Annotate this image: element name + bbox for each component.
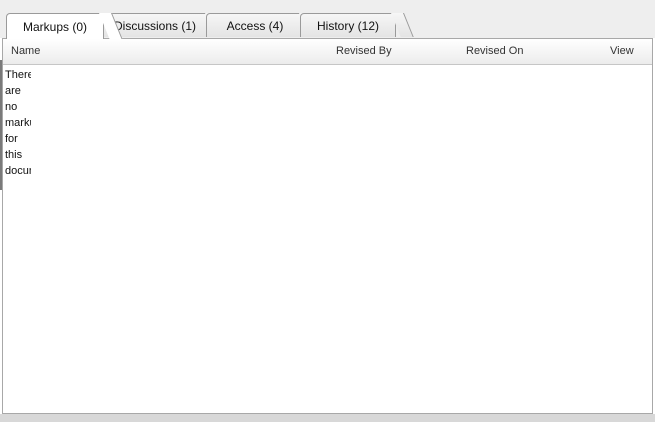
empty-message-word: There bbox=[5, 69, 31, 81]
markups-table: Name Revised By Revised On View There ar… bbox=[2, 38, 653, 414]
empty-message-word: for bbox=[5, 133, 18, 145]
empty-message-word: this bbox=[5, 149, 23, 161]
tab-markups[interactable]: Markups (0) bbox=[6, 13, 104, 39]
tab-history[interactable]: History (12) bbox=[300, 13, 396, 37]
column-header-revised-on[interactable]: Revised On bbox=[466, 45, 523, 57]
column-header-name[interactable]: Name bbox=[11, 45, 40, 57]
empty-message-word: document bbox=[5, 165, 31, 177]
tab-strip: Markups (0) Discussions (1) Access (4) H… bbox=[0, 0, 655, 39]
empty-table-message: There are no markups for this document bbox=[5, 67, 31, 179]
column-header-view[interactable]: View bbox=[610, 45, 634, 57]
column-header-revised-by[interactable]: Revised By bbox=[336, 45, 392, 57]
empty-message-word: markups bbox=[5, 117, 31, 129]
tab-access[interactable]: Access (4) bbox=[206, 13, 304, 37]
empty-message-word: are bbox=[5, 85, 21, 97]
horizontal-scrollbar[interactable] bbox=[0, 414, 655, 422]
table-header: Name Revised By Revised On View bbox=[3, 39, 652, 65]
empty-message-word: no bbox=[5, 101, 18, 113]
